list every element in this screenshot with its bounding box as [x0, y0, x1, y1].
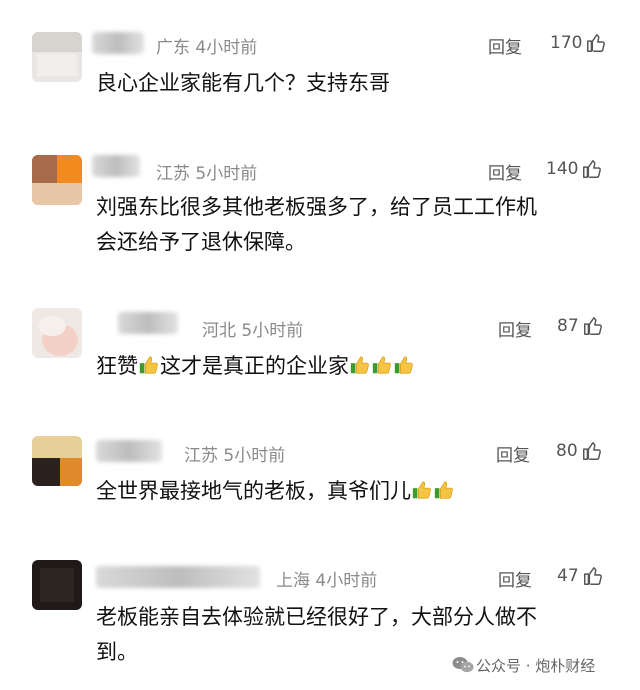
like-button[interactable]: 47 [557, 565, 604, 587]
comment-region: 上海 [276, 571, 310, 591]
wechat-icon [452, 657, 474, 673]
comment-item: 上海 4小时前 回复 47 老板能亲自去体验就已经很好了，大部分人做不 到。 [0, 0, 640, 690]
comment-text-line: 老板能亲自去体验就已经很好了，大部分人做不 [96, 605, 537, 629]
comment-meta: 上海 4小时前 [276, 566, 377, 591]
thumbs-up-icon [583, 567, 602, 585]
username-blurred[interactable] [96, 566, 260, 588]
watermark-label: 公众号 · 炮朴财经 [476, 657, 596, 675]
comment-time: 4小时前 [315, 571, 378, 591]
reply-button[interactable]: 回复 [498, 566, 532, 591]
like-count: 47 [557, 566, 579, 586]
avatar[interactable] [32, 560, 82, 610]
